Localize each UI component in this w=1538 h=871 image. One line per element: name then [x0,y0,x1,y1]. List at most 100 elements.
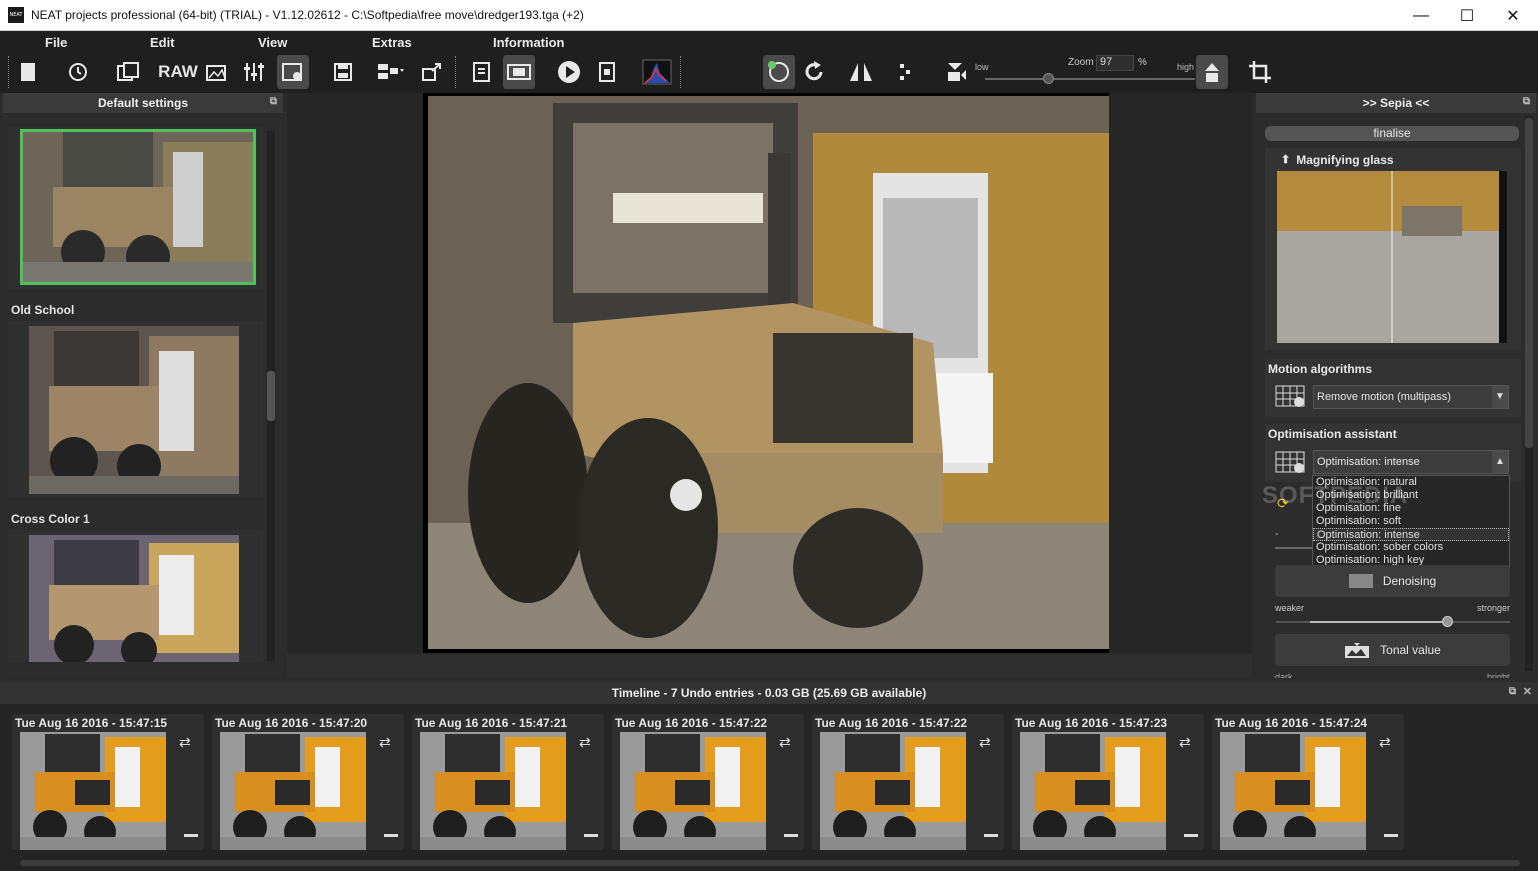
export-icon[interactable] [416,55,448,89]
timeline-thumbnail[interactable] [220,732,366,850]
timeline-thumbnail[interactable] [1020,732,1166,850]
timeline-entry[interactable]: Tue Aug 16 2016 - 15:47:24 ⇄ [1212,714,1404,850]
chevron-down-icon[interactable]: ▼ [1492,386,1508,408]
restore-icon[interactable]: ⇄ [1179,734,1191,751]
remove-entry-icon[interactable] [984,834,998,837]
timeline-thumbnail[interactable] [420,732,566,850]
timeline-entry[interactable]: Tue Aug 16 2016 - 15:47:21 ⇄ [412,714,604,850]
preset-card-old-school[interactable] [8,321,263,497]
tonal-value-button[interactable]: Tonal value [1275,634,1510,666]
new-file-icon[interactable] [12,55,44,89]
timeline-entry-time: Tue Aug 16 2016 - 15:47:22 [815,716,968,730]
save-icon[interactable] [327,55,359,89]
restore-icon[interactable]: ⇄ [179,734,191,751]
timeline-entry[interactable]: Tue Aug 16 2016 - 15:47:23 ⇄ [1012,714,1204,850]
timeline-entry-time: Tue Aug 16 2016 - 15:47:20 [215,716,368,730]
zoom-unit-label: % [1138,57,1147,68]
remove-entry-icon[interactable] [1384,834,1398,837]
auto-rotate-icon[interactable] [763,55,795,89]
optimisation-option[interactable]: Optimisation: soft [1313,515,1509,528]
presets-header-title: Default settings [97,96,188,110]
magnifier-preview[interactable] [1277,171,1507,343]
image-export-icon[interactable] [202,55,234,89]
menu-information[interactable]: Information [493,35,565,50]
close-icon[interactable]: ✕ [1523,685,1532,698]
zoom-slider[interactable] [985,78,1195,80]
optimisation-option[interactable]: Optimisation: sober colors [1313,541,1509,554]
info-sheet-icon[interactable] [591,55,623,89]
restore-icon[interactable]: ⇄ [579,734,591,751]
adjustments-icon[interactable] [238,55,270,89]
preset-card-default[interactable] [8,127,263,289]
pattern-icon[interactable] [890,55,922,89]
zoom-slider-handle[interactable] [1043,73,1054,84]
timeline-panel: Timeline - 7 Undo entries - 0.03 GB (25.… [0,682,1538,871]
filmstrip-icon[interactable] [503,55,535,89]
denoising-strength-handle[interactable] [1441,616,1453,627]
menu-extras[interactable]: Extras [372,35,412,50]
zoom-out-icon[interactable] [940,55,972,89]
timeline-thumbnail[interactable] [620,732,766,850]
collapse-arrow-icon[interactable]: ⬆ [1281,153,1290,167]
forklift-thumb-image [23,132,253,282]
denoising-label: Denoising [1382,574,1437,588]
timeline-entry[interactable]: Tue Aug 16 2016 - 15:47:20 ⇄ [212,714,404,850]
chevron-up-icon[interactable]: ▲ [1492,451,1508,473]
undock-icon[interactable]: ⧉ [1523,96,1530,107]
timeline-thumbnail[interactable] [1220,732,1366,850]
denoising-button[interactable]: Denoising [1275,565,1510,597]
strength-slider-left[interactable] [1275,547,1315,549]
rotate-icon[interactable] [798,55,830,89]
remove-entry-icon[interactable] [1184,834,1198,837]
restore-icon[interactable]: ⇄ [1379,734,1391,751]
motion-algorithm-select[interactable]: Remove motion (multipass) ▼ [1313,385,1509,409]
close-button[interactable]: ✕ [1490,0,1536,31]
optimisation-select[interactable]: Optimisation: intense ▲ [1313,450,1509,474]
crop-icon[interactable] [1244,55,1276,89]
timeline-thumbnail[interactable] [20,732,166,850]
optimisation-option[interactable]: Optimisation: intense [1313,528,1509,541]
presets-scrollbar-thumb[interactable] [267,371,275,421]
timeline-entry[interactable]: Tue Aug 16 2016 - 15:47:22 ⇄ [612,714,804,850]
presets-scrollbar[interactable] [267,131,275,661]
undock-icon[interactable]: ⧉ [1509,686,1516,697]
zoom-value-input[interactable]: 97 [1096,55,1134,71]
menu-edit[interactable]: Edit [150,35,175,50]
compare-split-icon[interactable] [845,55,877,89]
open-images-icon[interactable] [112,55,144,89]
minimize-button[interactable]: — [1398,0,1444,31]
restore-icon[interactable]: ⇄ [779,734,791,751]
preset-thumbnail[interactable] [29,535,239,668]
raw-button[interactable]: RAW [158,55,198,89]
zoom-in-icon[interactable] [1196,55,1228,89]
restore-icon[interactable]: ⇄ [379,734,391,751]
timeline-scrollbar[interactable] [20,860,1520,866]
histogram-icon[interactable] [641,55,673,89]
remove-entry-icon[interactable] [584,834,598,837]
remove-entry-icon[interactable] [784,834,798,837]
preset-card-cross-color-1[interactable] [8,530,263,668]
timeline-thumbnail[interactable] [820,732,966,850]
menu-file[interactable]: File [45,35,67,50]
finalise-button[interactable]: finalise [1265,126,1519,141]
settings-scrollbar-thumb[interactable] [1525,118,1533,448]
play-icon[interactable] [553,55,585,89]
settings-grid-icon[interactable] [277,55,309,89]
remove-entry-icon[interactable] [184,834,198,837]
preset-thumbnail[interactable] [29,326,239,494]
timeline-entry[interactable]: Tue Aug 16 2016 - 15:47:15 ⇄ [12,714,204,850]
preset-thumbnail[interactable] [20,129,256,285]
timeline-entry-time: Tue Aug 16 2016 - 15:47:23 [1015,716,1168,730]
timeline-entry[interactable]: Tue Aug 16 2016 - 15:47:22 ⇄ [812,714,1004,850]
history-icon[interactable] [62,55,94,89]
batch-icon[interactable] [374,55,406,89]
settings-scrollbar[interactable] [1525,116,1533,671]
restore-icon[interactable]: ⇄ [979,734,991,751]
undock-icon[interactable]: ⧉ [270,96,277,107]
process-icon[interactable] [466,55,498,89]
main-image[interactable] [423,93,1109,653]
maximize-button[interactable]: ☐ [1444,0,1490,31]
watermark-text: SOFTPEDIA [1262,482,1409,509]
remove-entry-icon[interactable] [384,834,398,837]
menu-view[interactable]: View [258,35,287,50]
